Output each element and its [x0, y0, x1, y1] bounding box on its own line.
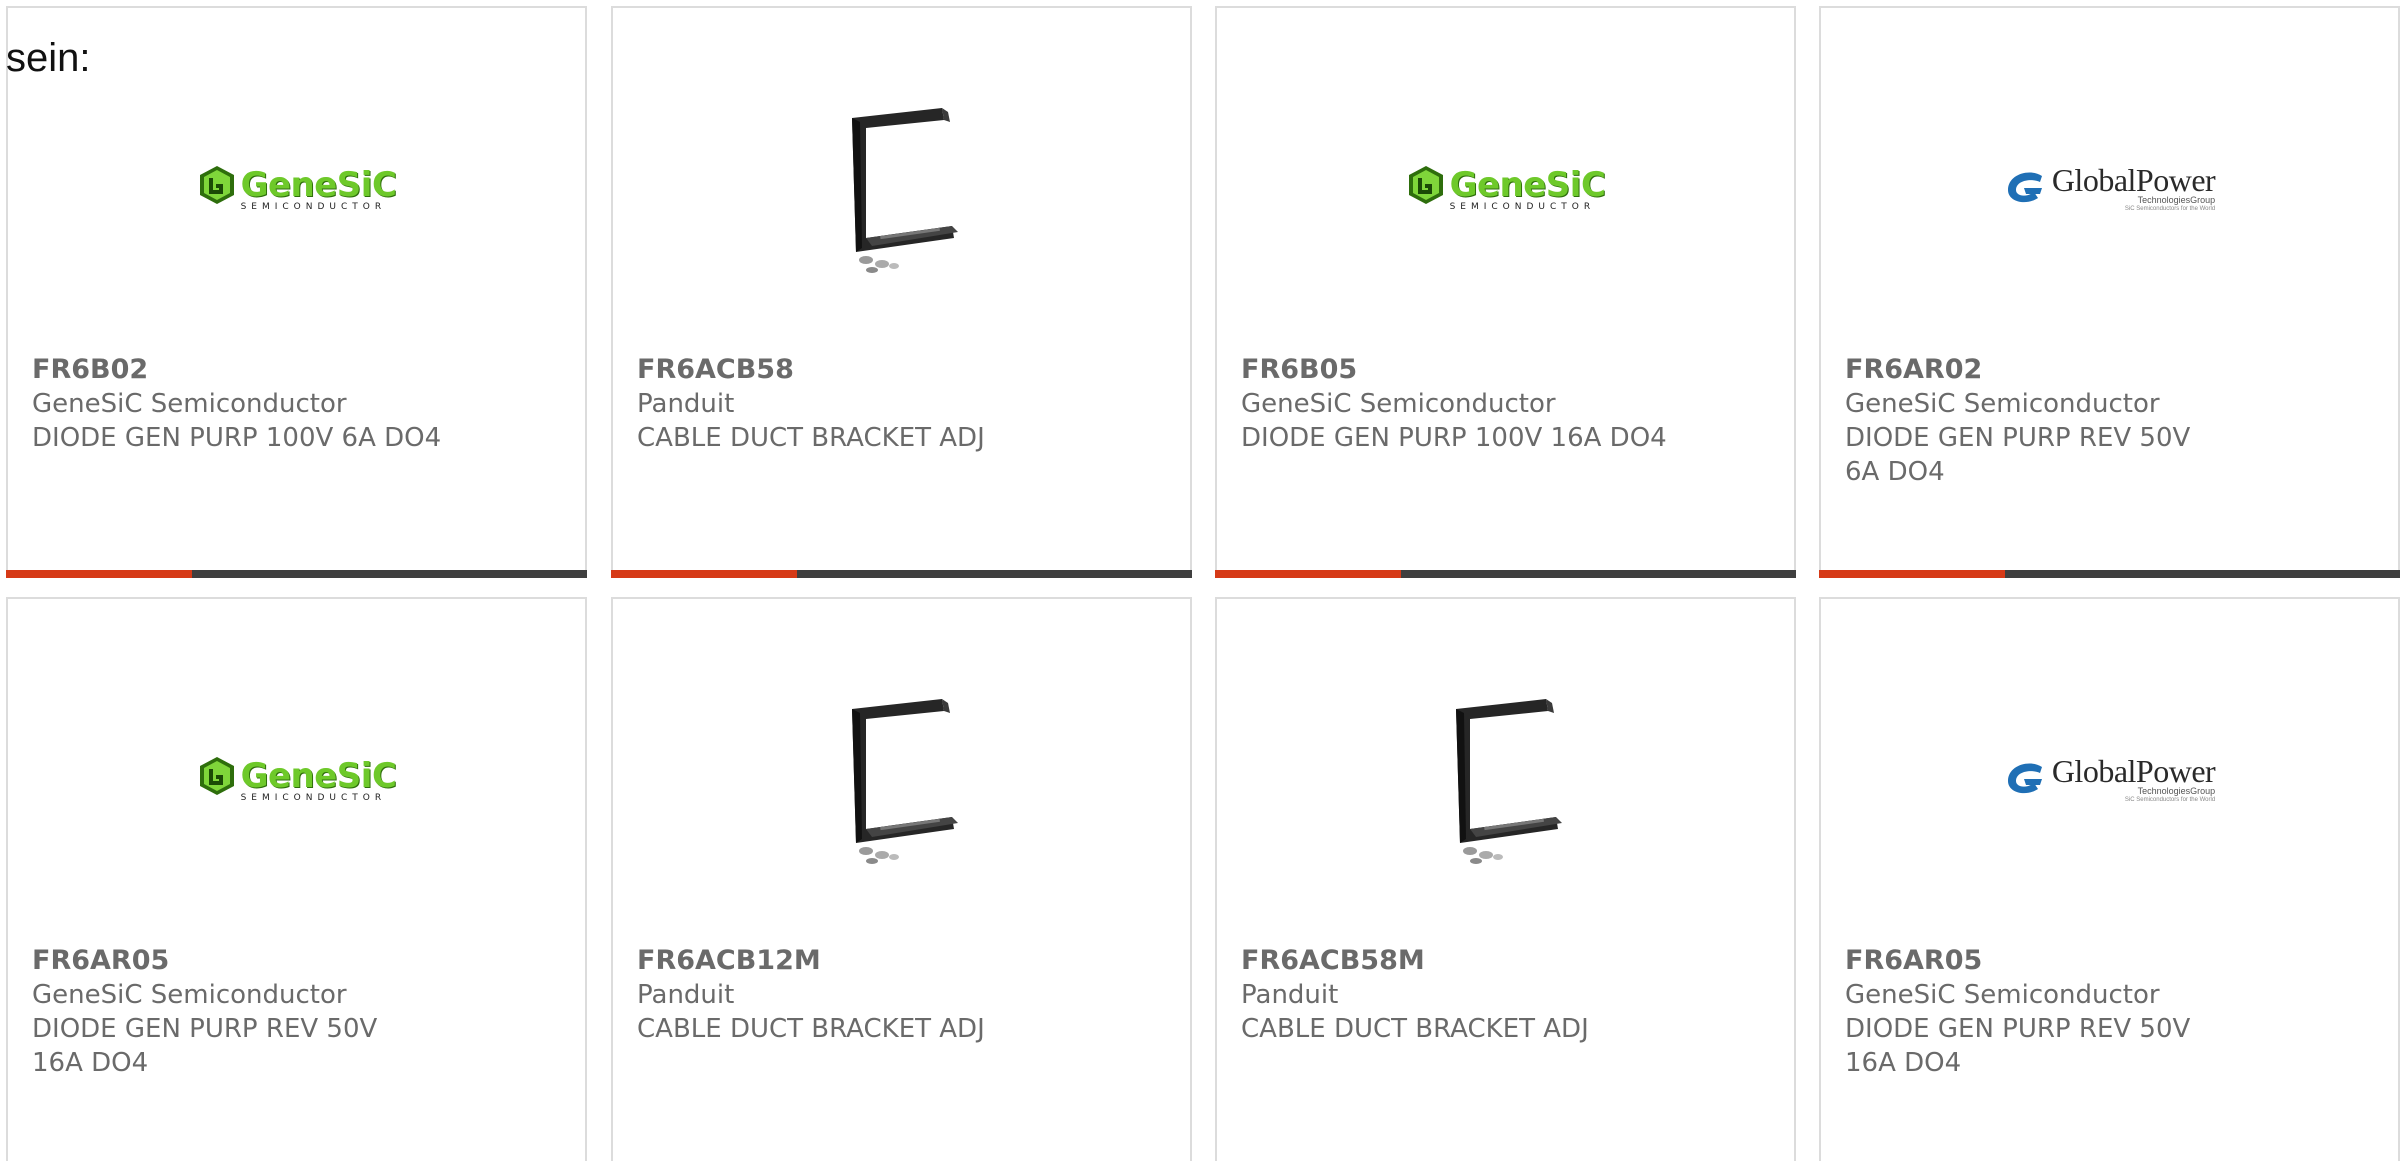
- product-card[interactable]: FR6ACB12M Panduit CABLE DUCT BRACKET ADJ: [611, 597, 1192, 1161]
- product-description: CABLE DUCT BRACKET ADJ: [637, 1014, 985, 1044]
- product-info: FR6B05 GeneSiC Semiconductor DIODE GEN P…: [1241, 353, 1770, 455]
- manufacturer-name: GeneSiC Semiconductor: [1241, 389, 1556, 419]
- lead-text: sein:: [6, 36, 91, 80]
- globalpower-tagline: SiC Semiconductors for the World: [2124, 796, 2216, 803]
- globalpower-logo: GlobalPower TechnologiesGroup SiC Semicond…: [2004, 161, 2216, 212]
- product-card[interactable]: GeneSiC SEMICONDUCTOR FR6AR05 GeneSiC Sem…: [6, 597, 587, 1161]
- manufacturer-name: GeneSiC Semiconductor: [1845, 389, 2160, 419]
- genesic-wordmark: GeneSiC: [240, 756, 397, 796]
- manufacturer-name: Panduit: [1241, 980, 1339, 1010]
- manufacturer-name: Panduit: [637, 980, 735, 1010]
- genesic-subtitle: SEMICONDUCTOR: [240, 202, 387, 212]
- cable-duct-bracket-icon: [851, 699, 958, 864]
- globalpower-logo: GlobalPower TechnologiesGroup SiC Semicond…: [2004, 752, 2216, 803]
- product-description: DIODE GEN PURP REV 50V 6A DO4: [1845, 423, 2191, 487]
- globalpower-wordmark: GlobalPower: [2051, 752, 2216, 789]
- part-number[interactable]: FR6ACB58M: [1241, 944, 1770, 978]
- part-number[interactable]: FR6AR05: [1845, 944, 2374, 978]
- card-accent-bar: [611, 570, 1192, 578]
- cable-duct-bracket-icon: [1455, 699, 1562, 864]
- product-grid-page: sein: GeneSiC SEMICONDUCTOR FR6B02 GeneSi…: [0, 0, 2400, 1161]
- manufacturer-name: Panduit: [637, 389, 735, 419]
- globalpower-subtitle: TechnologiesGroup: [2137, 194, 2216, 205]
- part-number[interactable]: FR6B05: [1241, 353, 1770, 387]
- globalpower-tagline: SiC Semiconductors for the World: [2124, 205, 2216, 212]
- product-image: GeneSiC SEMICONDUCTOR: [1217, 48, 1794, 328]
- genesic-hexagon-icon: [199, 757, 234, 795]
- manufacturer-name: GeneSiC Semiconductor: [32, 980, 347, 1010]
- manufacturer-name: GeneSiC Semiconductor: [32, 389, 347, 419]
- card-accent-bar: [1819, 570, 2400, 578]
- globalpower-swoosh-icon: [2007, 763, 2042, 794]
- card-accent-highlight: [6, 570, 192, 578]
- part-number[interactable]: FR6AR05: [32, 944, 561, 978]
- product-description: DIODE GEN PURP 100V 16A DO4: [1241, 423, 1667, 453]
- genesic-subtitle: SEMICONDUCTOR: [240, 793, 387, 803]
- product-image: [613, 639, 1190, 919]
- part-number[interactable]: FR6ACB58: [637, 353, 1166, 387]
- product-image: GeneSiC SEMICONDUCTOR: [8, 48, 585, 328]
- globalpower-wordmark: GlobalPower: [2051, 161, 2216, 198]
- manufacturer-name: GeneSiC Semiconductor: [1845, 980, 2160, 1010]
- genesic-logo: GeneSiC SEMICONDUCTOR: [197, 164, 397, 212]
- product-description: CABLE DUCT BRACKET ADJ: [1241, 1014, 1589, 1044]
- product-info: FR6ACB58M Panduit CABLE DUCT BRACKET ADJ: [1241, 944, 1770, 1046]
- product-info: FR6ACB12M Panduit CABLE DUCT BRACKET ADJ: [637, 944, 1166, 1046]
- product-description: CABLE DUCT BRACKET ADJ: [637, 423, 985, 453]
- globalpower-swoosh-icon: [2007, 172, 2042, 203]
- product-card[interactable]: GlobalPower TechnologiesGroup SiC Semicond…: [1819, 597, 2400, 1161]
- genesic-wordmark: GeneSiC: [240, 165, 397, 205]
- card-accent-bar: [1215, 570, 1796, 578]
- part-number[interactable]: FR6B02: [32, 353, 561, 387]
- product-description: DIODE GEN PURP REV 50V 16A DO4: [1845, 1014, 2191, 1078]
- product-info: FR6AR02 GeneSiC Semiconductor DIODE GEN …: [1845, 353, 2374, 489]
- product-info: FR6AR05 GeneSiC Semiconductor DIODE GEN …: [1845, 944, 2374, 1080]
- globalpower-subtitle: TechnologiesGroup: [2137, 785, 2216, 796]
- product-description: DIODE GEN PURP 100V 6A DO4: [32, 423, 442, 453]
- product-card[interactable]: FR6ACB58 Panduit CABLE DUCT BRACKET ADJ: [611, 6, 1192, 578]
- product-description: DIODE GEN PURP REV 50V 16A DO4: [32, 1014, 378, 1078]
- part-number[interactable]: FR6AR02: [1845, 353, 2374, 387]
- product-info: FR6AR05 GeneSiC Semiconductor DIODE GEN …: [32, 944, 561, 1080]
- part-number[interactable]: FR6ACB12M: [637, 944, 1166, 978]
- genesic-wordmark: GeneSiC: [1449, 165, 1606, 205]
- product-card[interactable]: GlobalPower TechnologiesGroup SiC Semicond…: [1819, 6, 2400, 578]
- product-info: FR6ACB58 Panduit CABLE DUCT BRACKET ADJ: [637, 353, 1166, 455]
- product-card[interactable]: FR6ACB58M Panduit CABLE DUCT BRACKET ADJ: [1215, 597, 1796, 1161]
- genesic-subtitle: SEMICONDUCTOR: [1449, 202, 1596, 212]
- product-image: [1217, 639, 1794, 919]
- product-image: GlobalPower TechnologiesGroup SiC Semicond…: [1821, 639, 2398, 919]
- genesic-logo: GeneSiC SEMICONDUCTOR: [197, 755, 397, 803]
- card-accent-bar: [6, 570, 587, 578]
- genesic-hexagon-icon: [1408, 166, 1443, 204]
- product-card[interactable]: GeneSiC SEMICONDUCTOR FR6B05 GeneSiC Semi…: [1215, 6, 1796, 578]
- card-accent-highlight: [1215, 570, 1401, 578]
- product-card[interactable]: GeneSiC SEMICONDUCTOR FR6B02 GeneSiC Semi…: [6, 6, 587, 578]
- genesic-logo: GeneSiC SEMICONDUCTOR: [1406, 164, 1606, 212]
- card-accent-highlight: [611, 570, 797, 578]
- product-image: [613, 48, 1190, 328]
- product-info: FR6B02 GeneSiC Semiconductor DIODE GEN P…: [32, 353, 561, 455]
- product-image: GeneSiC SEMICONDUCTOR: [8, 639, 585, 919]
- product-image: GlobalPower TechnologiesGroup SiC Semicond…: [1821, 48, 2398, 328]
- genesic-hexagon-icon: [199, 166, 234, 204]
- card-accent-highlight: [1819, 570, 2005, 578]
- cable-duct-bracket-icon: [851, 108, 958, 273]
